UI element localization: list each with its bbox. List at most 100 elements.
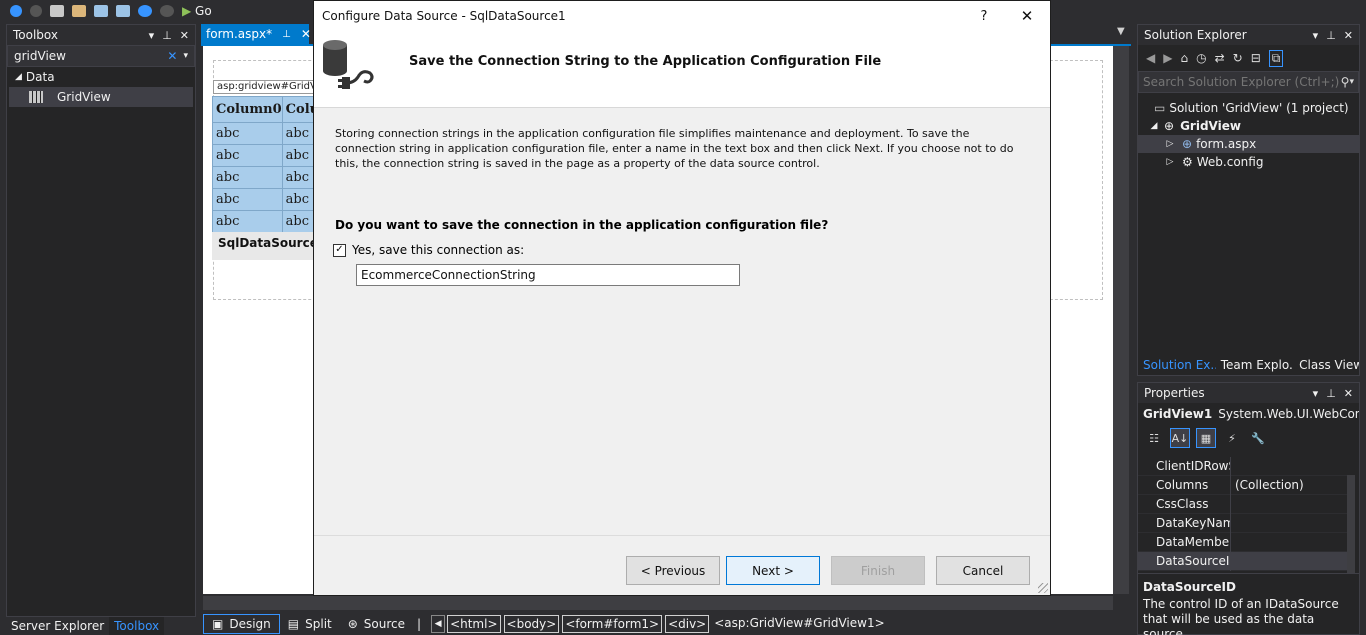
property-row[interactable]: DataMember [1138, 532, 1347, 552]
crumb-div[interactable]: <div> [665, 614, 710, 633]
property-value[interactable] [1230, 513, 1347, 533]
tab-list-dropdown-icon[interactable]: ▼ [1117, 26, 1125, 37]
property-row[interactable]: DataSourceID [1138, 551, 1347, 571]
search-dropdown-icon[interactable]: ▾ [183, 51, 188, 61]
left-panel-tabs: Server Explorer Toolbox [6, 617, 165, 635]
tree-file-webconfig[interactable]: ▷ ⚙ Web.config [1138, 153, 1359, 171]
crumb-gridview[interactable]: <asp:GridView#GridView1> [712, 615, 886, 633]
alphabetical-icon[interactable]: A↓ [1170, 428, 1190, 448]
pin-icon[interactable]: ⊥ [1326, 387, 1336, 400]
pin-icon[interactable]: ⊥ [162, 29, 172, 42]
close-icon[interactable]: ✕ [1344, 29, 1353, 42]
dropdown-icon[interactable]: ▾ [1313, 387, 1319, 400]
crumb-left-arrow-icon[interactable]: ◀ [431, 614, 446, 633]
solution-search-input[interactable] [1143, 75, 1341, 89]
pin-tab-icon[interactable]: ⊥ [282, 29, 291, 40]
tab-team-explorer[interactable]: Team Explo... [1216, 355, 1294, 375]
close-icon[interactable]: ✕ [1004, 7, 1050, 25]
close-tab-icon[interactable]: ✕ [301, 27, 311, 41]
design-view-button[interactable]: ▣ Design [203, 613, 280, 634]
save-connection-checkbox-row[interactable]: ✓ Yes, save this connection as: [333, 243, 524, 257]
property-value[interactable] [1230, 532, 1347, 552]
crumb-body[interactable]: <body> [503, 614, 560, 633]
property-value[interactable]: (Collection) [1230, 475, 1347, 495]
forward-icon[interactable] [30, 5, 42, 17]
property-row[interactable]: DataKeyNames [1138, 513, 1347, 533]
pending-changes-icon[interactable]: ◷ [1196, 51, 1206, 65]
crumb-html[interactable]: <html> [447, 614, 501, 633]
dropdown-icon[interactable]: ▾ [1313, 29, 1319, 42]
save-all-icon[interactable] [116, 5, 130, 17]
collapse-icon[interactable]: ◢ [15, 72, 22, 82]
previous-button[interactable]: < Previous [626, 556, 720, 585]
new-project-icon[interactable] [50, 5, 64, 17]
back-icon[interactable] [10, 5, 22, 17]
start-debug-button[interactable]: ▶ Go [182, 4, 212, 18]
horizontal-scrollbar[interactable] [203, 596, 1113, 610]
back-icon[interactable]: ◀ [1146, 51, 1155, 65]
search-dropdown-icon[interactable]: ▾ [1349, 77, 1354, 87]
categorized-icon[interactable]: ☷ [1144, 428, 1164, 448]
tab-toolbox[interactable]: Toolbox [109, 617, 165, 635]
save-icon[interactable] [94, 5, 108, 17]
expand-icon[interactable]: ▷ [1164, 139, 1176, 149]
redo-icon[interactable] [160, 5, 174, 17]
property-value[interactable] [1230, 494, 1347, 514]
split-view-button[interactable]: ▤ Split [280, 614, 340, 634]
property-pages-icon[interactable]: 🔧 [1248, 428, 1268, 448]
toolbox-search-input[interactable] [14, 49, 168, 63]
cancel-button[interactable]: Cancel [936, 556, 1030, 585]
forward-icon[interactable]: ▶ [1163, 51, 1172, 65]
property-grid-scrollbar[interactable] [1347, 475, 1355, 575]
help-button[interactable]: ? [964, 9, 1004, 24]
home-icon[interactable]: ⌂ [1180, 51, 1188, 65]
undo-icon[interactable] [138, 5, 152, 17]
source-view-button[interactable]: ⊛ Source [340, 614, 413, 634]
expand-icon[interactable]: ▷ [1164, 157, 1176, 167]
property-value[interactable] [1230, 551, 1347, 571]
object-selector[interactable]: GridView1 System.Web.UI.WebContr ▾ [1138, 403, 1359, 425]
property-value[interactable] [1230, 457, 1347, 476]
save-connection-checkbox[interactable]: ✓ [333, 243, 346, 257]
show-all-files-icon[interactable]: ⧉ [1268, 49, 1284, 67]
tab-solution-explorer[interactable]: Solution Ex... [1138, 355, 1216, 375]
search-icon[interactable]: ⚲ [1341, 75, 1350, 89]
refresh-icon[interactable]: ↻ [1233, 51, 1243, 65]
properties-icon[interactable]: ▦ [1196, 428, 1216, 448]
property-row[interactable]: ClientIDRowSuff [1138, 457, 1347, 476]
toolbox-search-box: ✕ ▾ [7, 45, 195, 67]
pin-icon[interactable]: ⊥ [1326, 29, 1336, 42]
mode-label: Source [363, 616, 406, 631]
property-row[interactable]: Columns (Collection) [1138, 475, 1347, 495]
sqldatasource-control[interactable]: SqlDataSource - SqlDataSource1 [212, 232, 316, 260]
database-connection-icon [323, 40, 374, 89]
description-title: DataSourceID [1143, 580, 1236, 594]
close-icon[interactable]: ✕ [1344, 387, 1353, 400]
tree-solution[interactable]: ▭ Solution 'GridView' (1 project) [1138, 99, 1359, 117]
resize-grip-icon[interactable] [1038, 583, 1048, 593]
tab-server-explorer[interactable]: Server Explorer [6, 617, 109, 635]
toolbox-item-gridview[interactable]: GridView [9, 87, 193, 107]
clear-search-icon[interactable]: ✕ [167, 49, 177, 63]
tree-project[interactable]: ◢ ⊕ GridView [1138, 117, 1359, 135]
finish-button[interactable]: Finish [831, 556, 925, 585]
tree-file-form[interactable]: ▷ ⊕ form.aspx [1138, 135, 1359, 153]
tab-class-view[interactable]: Class View [1294, 355, 1359, 375]
crumb-form[interactable]: <form#form1> [562, 614, 663, 633]
dropdown-icon[interactable]: ▾ [149, 29, 155, 42]
mode-label: Split [305, 616, 332, 631]
document-tab-form[interactable]: form.aspx* ⊥ ✕ [201, 24, 311, 44]
connection-name-input[interactable] [356, 264, 740, 286]
document-tab-label: form.aspx* [206, 27, 273, 41]
vertical-scrollbar[interactable] [1113, 46, 1129, 594]
toolbox-category-data[interactable]: ◢ Data [7, 67, 195, 87]
open-folder-icon[interactable] [72, 5, 86, 17]
events-icon[interactable]: ⚡ [1222, 428, 1242, 448]
collapse-icon[interactable]: ◢ [1148, 121, 1160, 131]
close-icon[interactable]: ✕ [180, 29, 189, 42]
collapse-all-icon[interactable]: ⊟ [1251, 51, 1261, 65]
sync-icon[interactable]: ⇄ [1215, 51, 1225, 65]
property-row[interactable]: CssClass [1138, 494, 1347, 514]
file-label: form.aspx [1196, 137, 1257, 151]
next-button[interactable]: Next > [726, 556, 820, 585]
